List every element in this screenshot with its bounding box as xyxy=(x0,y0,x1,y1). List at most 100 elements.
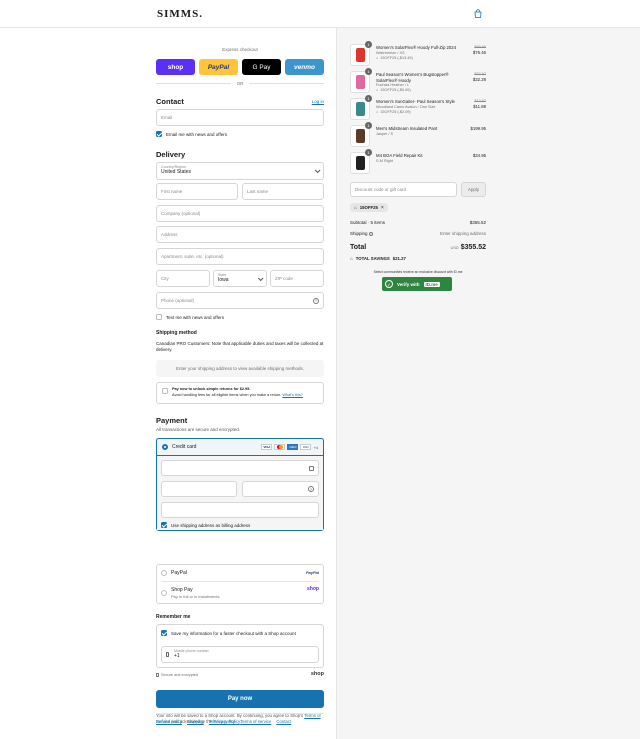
paypal-button[interactable]: PayPal xyxy=(199,59,238,75)
shop-pay-button[interactable]: shop xyxy=(156,59,195,75)
quantity-badge: 1 xyxy=(365,68,372,75)
email-news-checkbox[interactable]: Email me with news and offers xyxy=(156,131,227,137)
discount-code-field[interactable]: Discount code or gift card xyxy=(350,182,457,197)
paypal-logo: PayPal xyxy=(305,570,319,575)
product-variant: Jasper / S xyxy=(376,131,394,136)
footer-link-privacy[interactable]: Privacy policy xyxy=(209,719,235,724)
city-field[interactable]: City xyxy=(156,270,210,287)
shop-pay-logo: shop xyxy=(307,586,319,592)
info-icon[interactable] xyxy=(368,231,373,236)
payment-subtitle: All transactions are secure and encrypte… xyxy=(156,427,241,432)
security-code-field[interactable]: ? xyxy=(242,481,319,497)
chevron-down-icon xyxy=(314,167,321,174)
checkbox-checked[interactable] xyxy=(156,131,162,137)
item-price: $76.46 xyxy=(472,49,486,55)
shipping-method-heading: Shipping method xyxy=(156,330,197,336)
simms-logo[interactable]: SIMMS. xyxy=(157,8,203,20)
save-info-checkbox[interactable]: Save my information for a faster checkou… xyxy=(161,630,296,636)
quantity-badge: 1 xyxy=(365,95,372,102)
help-icon[interactable]: ? xyxy=(308,486,314,492)
idme-logo: ID.me xyxy=(423,281,440,287)
payment-heading: Payment xyxy=(156,416,188,425)
lock-icon xyxy=(156,673,159,677)
cart-item: 1 M4 BOA Field Repair Kit S-M Right $34.95 xyxy=(350,149,486,176)
footer-link-contact[interactable]: Contact xyxy=(276,719,291,724)
verify-idme-button[interactable]: ✓ Verify with ID.me xyxy=(382,277,452,291)
footer-link-shipping[interactable]: Shipping xyxy=(187,719,204,724)
shopping-bag-icon[interactable] xyxy=(472,8,484,20)
login-link[interactable]: Log in xyxy=(312,99,324,104)
cart-item: 1 Paul Season's Women's Bugstopper® Solar… xyxy=(350,68,486,95)
tag-icon: ⌂ xyxy=(376,88,379,93)
checkbox-checked[interactable] xyxy=(161,630,167,636)
pay-now-button[interactable]: Pay now xyxy=(156,690,324,708)
remove-discount-icon[interactable]: × xyxy=(381,205,384,211)
product-name: Women's SunGaiter- Paul Season's Style xyxy=(376,99,455,104)
product-name: Paul Season's Women's Bugstopper® SolarF… xyxy=(376,72,449,83)
footer-link-terms[interactable]: Terms of service xyxy=(240,719,271,724)
checkbox-checked[interactable] xyxy=(161,522,167,528)
email-field[interactable]: Email xyxy=(156,109,324,126)
last-name-field[interactable]: Last name xyxy=(242,183,324,200)
cart-item: 1 Women's SunGaiter- Paul Season's Style W… xyxy=(350,95,486,122)
radio-selected[interactable] xyxy=(162,444,168,450)
or-divider: OR xyxy=(156,81,324,86)
country-select[interactable]: Country/Region United States xyxy=(156,162,324,180)
phone-field[interactable]: Phone (optional) ? xyxy=(156,292,324,309)
paypal-option[interactable]: PayPal PayPal xyxy=(161,564,319,582)
contact-heading: Contact xyxy=(156,97,184,106)
apply-button[interactable]: Apply xyxy=(461,182,486,197)
state-select[interactable]: State Iowa xyxy=(213,270,267,287)
simple-returns-option[interactable]: Pay now to unlock simple returns for $2.… xyxy=(156,382,324,404)
order-summary: 1 Women's SolarFlex® Hoody Full-Zip 2024 W… xyxy=(336,28,640,739)
total-row: Total USD $355.52 xyxy=(350,244,486,251)
footer-link-refund[interactable]: Refund policy xyxy=(156,719,182,724)
more-cards-label: +4 xyxy=(313,444,318,450)
apartment-field[interactable]: Apartment, suite, etc. (optional) xyxy=(156,248,324,265)
express-checkout-label: Express checkout xyxy=(222,47,258,52)
idme-note: Select communities receive an exclusive … xyxy=(373,270,463,274)
first-name-field[interactable]: First name xyxy=(156,183,238,200)
tag-icon: ⌂ xyxy=(354,205,357,210)
quantity-badge: 1 xyxy=(365,149,372,156)
remember-me-heading: Remember me xyxy=(156,614,191,620)
credit-card-option[interactable]: Credit card VISA AMEX DISC +4 xyxy=(156,438,324,456)
delivery-heading: Delivery xyxy=(156,150,186,159)
secure-encrypted-note: Secure and encrypted xyxy=(156,673,198,677)
name-on-card-field[interactable] xyxy=(161,502,319,518)
subtotal-row: Subtotal · 5 items $355.52 xyxy=(350,220,486,225)
address-field[interactable]: Address xyxy=(156,226,324,243)
item-price: $34.95 xyxy=(472,153,486,158)
text-news-checkbox[interactable]: Text me with news and offers xyxy=(156,314,224,320)
tag-icon: ⌂ xyxy=(376,55,379,60)
checkbox-unchecked[interactable] xyxy=(162,388,168,394)
zip-field[interactable]: ZIP code xyxy=(270,270,324,287)
google-pay-button[interactable]: G Pay xyxy=(242,59,281,75)
venmo-button[interactable]: venmo xyxy=(285,59,324,75)
help-icon[interactable]: ? xyxy=(313,297,319,304)
shield-check-icon: ✓ xyxy=(385,280,393,288)
visa-icon: VISA xyxy=(261,444,273,450)
card-number-field[interactable] xyxy=(161,460,319,476)
checkout-form: Express checkout shop PayPal G Pay venmo… xyxy=(0,28,336,739)
shipping-methods-placeholder: Enter your shipping address to view avai… xyxy=(156,360,324,377)
chevron-down-icon xyxy=(257,274,264,281)
amex-icon: AMEX xyxy=(287,444,299,450)
radio-unselected[interactable] xyxy=(161,569,167,576)
radio-unselected[interactable] xyxy=(161,590,167,596)
mobile-phone-field[interactable]: Mobile phone number +1 xyxy=(161,646,319,663)
express-checkout-buttons: shop PayPal G Pay venmo xyxy=(156,59,324,75)
whats-this-link[interactable]: What's this? xyxy=(282,393,303,397)
company-field[interactable]: Company (optional) xyxy=(156,205,324,222)
item-price: $32.28 xyxy=(472,76,486,82)
item-price: $11.88 xyxy=(473,103,486,109)
tag-icon: ⌂ xyxy=(350,256,353,261)
item-discount: ⌂ 15OFF25 (-$5.69) xyxy=(376,88,411,93)
checkbox-unchecked[interactable] xyxy=(156,314,162,320)
applied-discount-tag: ⌂ 15OFF25 × xyxy=(350,203,388,212)
shop-pay-option[interactable]: Shop Pay Pay in full or in installments s… xyxy=(161,584,319,602)
expiry-field[interactable] xyxy=(161,481,237,497)
quantity-badge: 1 xyxy=(365,122,372,129)
billing-same-checkbox[interactable]: Use shipping address as billing address xyxy=(161,522,250,528)
item-discount: ⌂ 15OFF25 (-$13.49) xyxy=(376,55,413,60)
